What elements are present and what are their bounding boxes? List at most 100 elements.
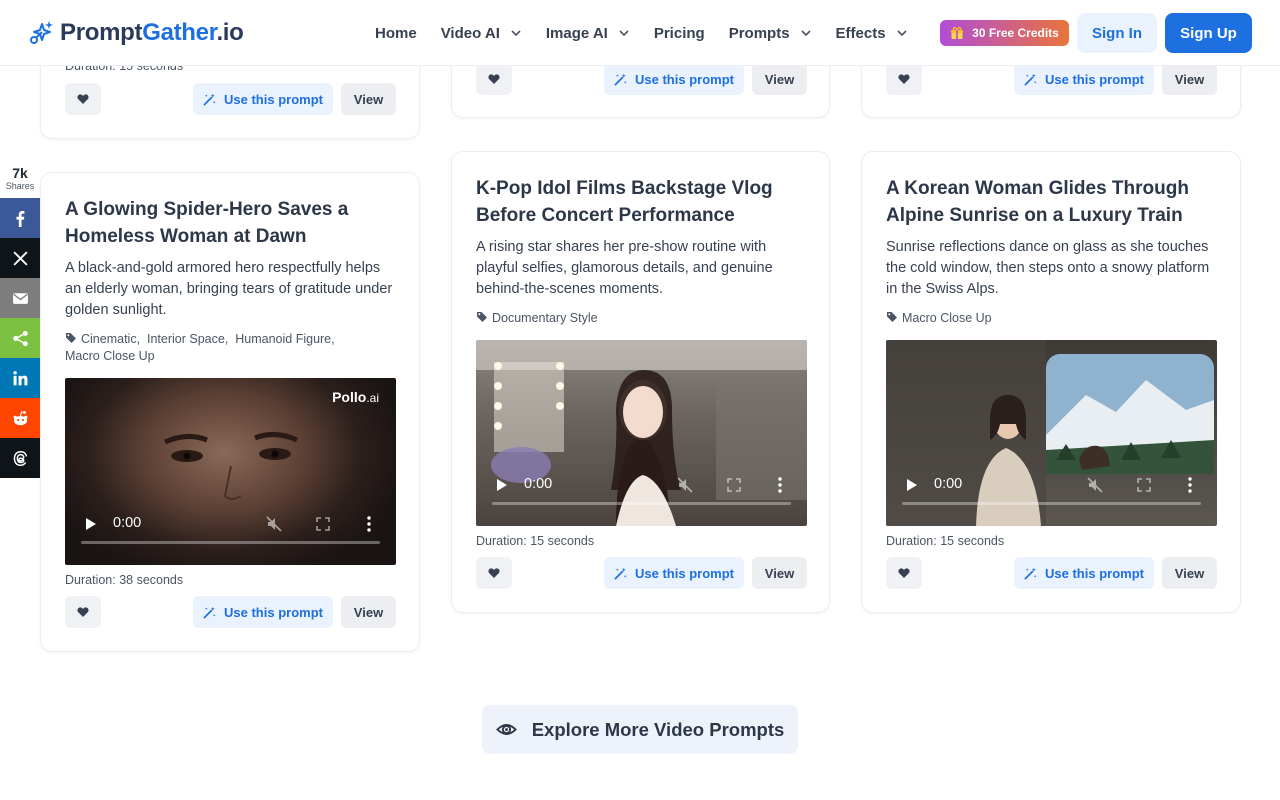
tag[interactable]: Macro Close Up (902, 311, 992, 325)
share-threads-button[interactable] (0, 438, 40, 478)
video-player[interactable]: 0:00 (476, 340, 807, 526)
chevron-down-icon (619, 30, 629, 37)
share-facebook-button[interactable] (0, 198, 40, 238)
mute-icon[interactable] (677, 477, 693, 493)
magic-wand-icon (1024, 567, 1037, 579)
favorite-button[interactable] (886, 63, 922, 95)
tag[interactable]: Macro Close Up (65, 349, 155, 363)
magic-wand-icon (614, 73, 627, 85)
free-credits-badge[interactable]: 30 Free Credits (940, 20, 1069, 46)
chevron-down-icon (800, 30, 811, 37)
tags-icon (477, 312, 487, 322)
gift-icon (951, 27, 964, 39)
mute-icon[interactable] (1087, 477, 1103, 493)
mute-icon[interactable] (266, 516, 282, 532)
view-button[interactable]: View (1162, 557, 1217, 589)
card-description: Sunrise reflections dance on glass as sh… (886, 239, 1210, 297)
fullscreen-icon[interactable] (1137, 478, 1151, 492)
card-title[interactable]: A Korean Woman Glides Through Alpine Sun… (886, 175, 1226, 229)
tag[interactable]: Interior Space (147, 332, 225, 346)
card-tags: Cinematic, Interior Space, Humanoid Figu… (65, 332, 335, 363)
duration-text: Duration: 38 seconds (65, 573, 184, 587)
favorite-button[interactable] (476, 63, 512, 95)
favorite-button[interactable] (65, 83, 101, 115)
nav-item-image-ai[interactable]: Image AI (546, 25, 630, 42)
view-button[interactable]: View (341, 83, 396, 115)
eye-icon (495, 724, 517, 735)
heart-icon (488, 568, 500, 578)
heart-icon (898, 74, 910, 84)
video-progress-bar[interactable] (902, 502, 1201, 505)
chevron-down-icon (897, 30, 907, 37)
duration-text: Duration: 15 seconds (476, 534, 595, 548)
share-icon (12, 330, 28, 346)
use-prompt-button[interactable]: Use this prompt (193, 596, 333, 628)
play-icon[interactable] (85, 517, 97, 531)
email-icon (12, 292, 28, 304)
use-prompt-button[interactable]: Use this prompt (193, 83, 333, 115)
heart-icon (488, 74, 500, 84)
explore-more-button[interactable]: Explore More Video Prompts (482, 705, 798, 754)
share-generic-button[interactable] (0, 318, 40, 358)
tags-icon (887, 312, 897, 322)
video-progress-bar[interactable] (81, 541, 380, 544)
card-description: A rising star shares her pre-show routin… (476, 239, 773, 297)
x-icon (12, 250, 28, 266)
nav-item-home[interactable]: Home (375, 25, 417, 42)
view-button[interactable]: View (752, 557, 807, 589)
video-player[interactable]: Pollo.ai 0:00 (65, 378, 396, 565)
prompt-card: K-Pop Idol Films Backstage Vlog Before C… (451, 151, 830, 613)
more-options-icon[interactable] (778, 477, 782, 493)
use-prompt-button[interactable]: Use this prompt (1014, 63, 1154, 95)
video-watermark: Pollo.ai (332, 389, 379, 405)
view-button[interactable]: View (752, 63, 807, 95)
tag[interactable]: Cinematic (81, 332, 137, 346)
play-icon[interactable] (496, 478, 508, 492)
prompt-card: A Glowing Spider-Hero Saves a Homeless W… (40, 172, 420, 652)
more-options-icon[interactable] (367, 516, 371, 532)
card-title[interactable]: A Glowing Spider-Hero Saves a Homeless W… (65, 196, 405, 250)
share-email-button[interactable] (0, 278, 40, 318)
video-progress-bar[interactable] (492, 502, 791, 505)
share-x-button[interactable] (0, 238, 40, 278)
sign-up-button[interactable]: Sign Up (1165, 13, 1252, 53)
heart-icon (77, 607, 89, 617)
magic-wand-icon (203, 93, 216, 105)
favorite-button[interactable] (65, 596, 101, 628)
tag[interactable]: Documentary Style (492, 311, 598, 325)
use-prompt-button[interactable]: Use this prompt (604, 63, 744, 95)
fullscreen-icon[interactable] (316, 517, 330, 531)
share-reddit-button[interactable] (0, 398, 40, 438)
view-button[interactable]: View (341, 596, 396, 628)
video-time: 0:00 (524, 476, 553, 492)
main-nav: Home Video AI Image AI Pricing Prompts E… (375, 22, 932, 44)
video-controls: 0:00 (476, 464, 807, 526)
share-linkedin-button[interactable] (0, 358, 40, 398)
nav-item-pricing[interactable]: Pricing (654, 25, 705, 42)
nav-item-prompts[interactable]: Prompts (729, 25, 812, 42)
sign-in-button[interactable]: Sign In (1077, 13, 1157, 53)
use-prompt-button[interactable]: Use this prompt (604, 557, 744, 589)
nav-item-effects[interactable]: Effects (836, 25, 908, 42)
share-sidebar: 7k Shares (0, 166, 40, 478)
more-options-icon[interactable] (1188, 477, 1192, 493)
heart-icon (77, 94, 89, 104)
duration-text: Duration: 15 seconds (886, 534, 1005, 548)
nav-item-video-ai[interactable]: Video AI (441, 25, 522, 42)
reddit-icon (13, 410, 27, 425)
play-icon[interactable] (906, 478, 918, 492)
threads-icon (13, 450, 27, 466)
credits-label: 30 Free Credits (972, 26, 1059, 40)
fullscreen-icon[interactable] (727, 478, 741, 492)
use-prompt-button[interactable]: Use this prompt (1014, 557, 1154, 589)
facebook-icon (15, 210, 24, 227)
video-player[interactable]: 0:00 (886, 340, 1217, 526)
tag[interactable]: Humanoid Figure (235, 332, 331, 346)
card-title[interactable]: K-Pop Idol Films Backstage Vlog Before C… (476, 175, 816, 229)
favorite-button[interactable] (476, 557, 512, 589)
site-header: PromptGather.io Home Video AI Image AI P… (0, 0, 1280, 66)
logo[interactable]: PromptGather.io (28, 18, 244, 48)
heart-icon (898, 568, 910, 578)
view-button[interactable]: View (1162, 63, 1217, 95)
favorite-button[interactable] (886, 557, 922, 589)
